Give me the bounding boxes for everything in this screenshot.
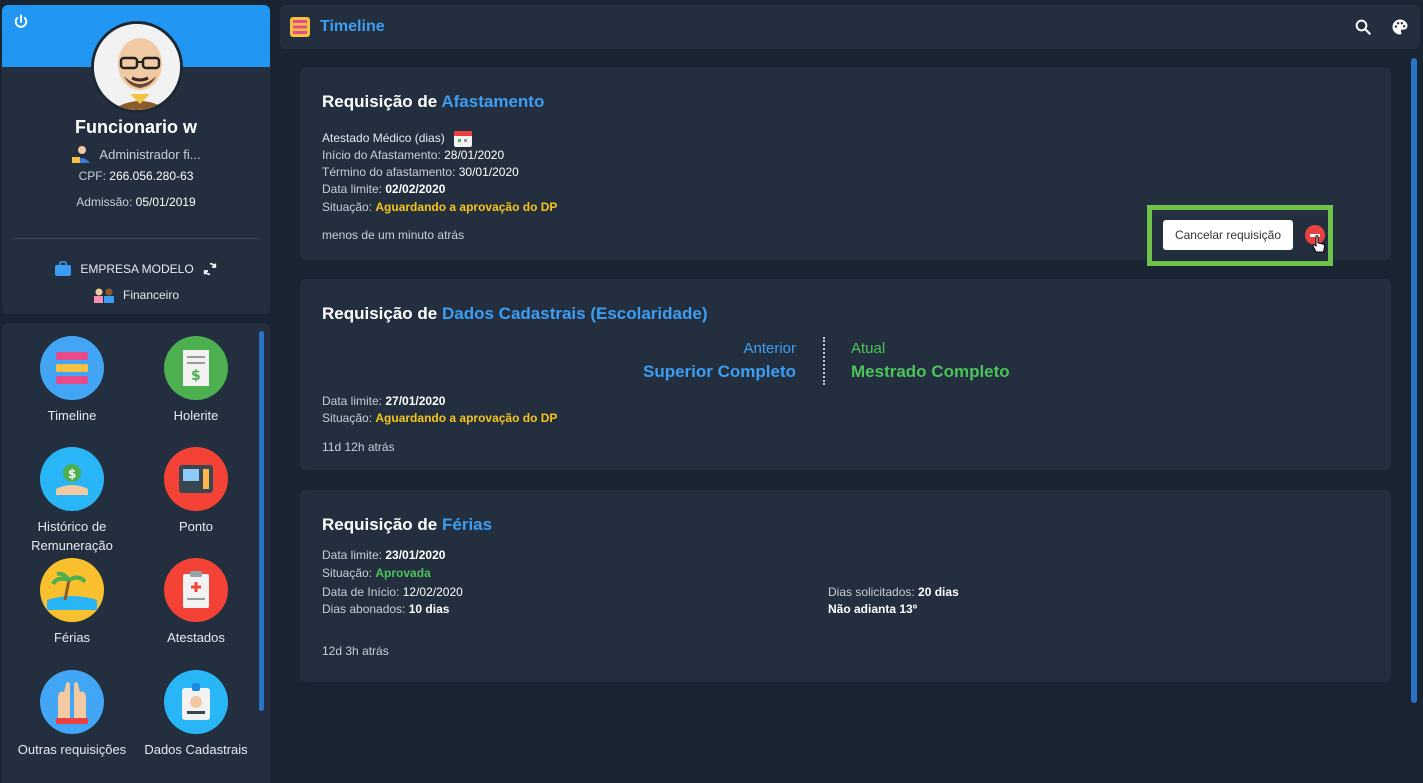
menu-item-holerite[interactable]: $ Holerite [131, 336, 261, 425]
profile-card: Funcionario w Administrador fi... CPF: 2… [2, 5, 270, 314]
menu-item-historico[interactable]: $ Histórico de Remuneração [7, 447, 137, 555]
deadline: Data limite: 02/02/2020 [322, 182, 446, 196]
sync-icon[interactable] [202, 261, 218, 277]
paid-days: Dias abonados: 10 dias [322, 602, 450, 616]
beach-icon [40, 558, 104, 622]
profile-divider [12, 238, 260, 239]
menu-item-outras-requisicoes[interactable]: Outras requisições [7, 670, 137, 759]
avatar[interactable] [91, 21, 183, 113]
card-title: Requisição de Férias [322, 515, 493, 534]
time-clock-icon [164, 447, 228, 511]
card-title: Requisição de Dados Cadastrais (Escolari… [322, 304, 708, 323]
previous-value-block: Anterior Superior Completo [643, 340, 796, 382]
status: Situação: Aguardando a aprovação do DP [322, 200, 558, 214]
hand-cursor-icon [1312, 235, 1326, 253]
profile-role: Administrador fi... [2, 145, 270, 163]
status-badge: Aguardando a aprovação do DP [375, 411, 558, 425]
status-badge: Aprovada [375, 566, 431, 580]
svg-text:$: $ [191, 368, 201, 384]
compare-divider [823, 337, 825, 385]
previous-value: Superior Completo [642, 362, 796, 381]
profile-cpf: CPF: 266.056.280-63 [78, 169, 194, 183]
payslip-icon: $ [164, 336, 228, 400]
timeline-icon [290, 17, 310, 37]
company-row: EMPRESA MODELO [2, 261, 270, 277]
start-date: Data de Início: 12/02/2020 [322, 585, 463, 599]
main-scrollbar[interactable] [1411, 58, 1417, 703]
profile-admission: Admissão: 05/01/2019 [76, 195, 196, 209]
status: Situação: Aguardando a aprovação do DP [322, 411, 558, 425]
request-card-dados-cadastrais: Requisição de Dados Cadastrais (Escolari… [300, 279, 1391, 470]
briefcase-icon [55, 261, 72, 276]
search-icon[interactable] [1354, 18, 1372, 36]
sidebar-menu: Timeline $ Holerite $ Histórico de Remun… [2, 323, 270, 783]
deadline: Data limite: 23/01/2020 [322, 548, 446, 562]
power-icon[interactable] [12, 13, 30, 31]
admin-user-icon [72, 146, 91, 163]
status: Situação: Aprovada [322, 566, 431, 580]
card-title: Requisição de Afastamento [322, 92, 545, 111]
request-card-ferias: Requisição de Férias Data limite: 23/01/… [300, 490, 1391, 682]
requested-days: Dias solicitados: 20 dias [828, 585, 959, 599]
cancel-request-button[interactable]: Cancelar requisição [1163, 220, 1293, 250]
start-date: Início do Afastamento: 28/01/2020 [322, 148, 505, 162]
profile-role-text: Administrador fi... [99, 146, 201, 162]
page-title: Timeline [320, 18, 385, 35]
request-card-afastamento: Requisição de Afastamento Atestado Médic… [300, 67, 1391, 266]
profile-name: Funcionario w [74, 117, 197, 137]
timeline-icon [40, 336, 104, 400]
team-icon [93, 288, 114, 303]
company-name: EMPRESA MODELO [80, 262, 194, 276]
deadline: Data limite: 27/01/2020 [322, 394, 446, 408]
status-badge: Aguardando a aprovação do DP [375, 200, 558, 214]
timestamp: menos de um minuto atrás [322, 228, 465, 242]
menu-item-timeline[interactable]: Timeline [7, 336, 137, 425]
palette-icon[interactable] [1391, 18, 1409, 36]
top-bar: Timeline [280, 5, 1420, 49]
end-date: Término do afastamento: 30/01/2020 [322, 165, 519, 179]
money-hand-icon: $ [40, 447, 104, 511]
current-value: Mestrado Completo [851, 362, 1010, 381]
menu-item-ferias[interactable]: Férias [7, 558, 137, 647]
menu-item-dados-cadastrais[interactable]: Dados Cadastrais [131, 670, 261, 759]
timestamp: 12d 3h atrás [322, 644, 389, 658]
id-badge-icon [164, 670, 228, 734]
request-type: Atestado Médico (dias) [322, 128, 473, 148]
svg-text:$: $ [68, 467, 76, 481]
current-value-block: Atual Mestrado Completo [851, 340, 1010, 382]
department-name: Financeiro [122, 288, 180, 302]
medical-certificate-icon [164, 558, 228, 622]
menu-item-ponto[interactable]: Ponto [131, 447, 261, 536]
advance-13th: Não adianta 13º [828, 602, 918, 616]
menu-item-atestados[interactable]: Atestados [131, 558, 261, 647]
timestamp: 11d 12h atrás [322, 440, 395, 454]
department-row: Financeiro [2, 287, 270, 303]
previous-label: Anterior [743, 340, 796, 357]
current-label: Atual [851, 340, 886, 357]
calendar-icon [453, 131, 472, 147]
raised-hands-icon [40, 670, 104, 734]
